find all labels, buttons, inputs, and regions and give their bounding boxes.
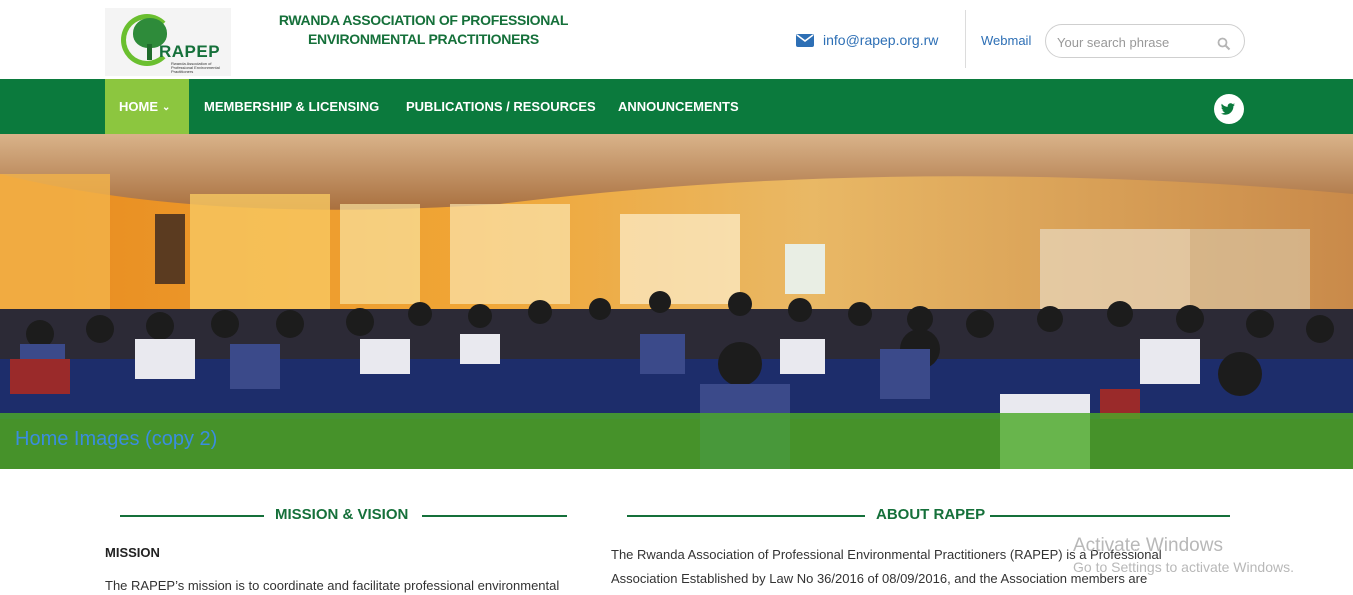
webmail-link[interactable]: Webmail [981,33,1031,48]
section-divider-right [422,515,567,517]
org-name-line1: RWANDA ASSOCIATION OF PROFESSIONAL [278,12,569,28]
mission-section-title: MISSION & VISION [275,506,409,523]
nav-item-publications[interactable]: PUBLICATIONS / RESOURCES [406,79,596,134]
email-link[interactable]: info@rapep.org.rw [796,32,938,48]
section-divider-left [627,515,865,517]
org-name-line2: ENVIRONMENTAL PRACTITIONERS [308,31,539,47]
email-address[interactable]: info@rapep.org.rw [823,32,938,48]
main-nav: HOME ⌄ MEMBERSHIP & LICENSING PUBLICATION… [0,79,1353,134]
nav-item-announcements[interactable]: ANNOUNCEMENTS [618,79,739,134]
twitter-icon [1220,103,1235,115]
windows-activation-subtitle: Go to Settings to activate Windows. [1073,559,1294,575]
site-logo[interactable]: RAPEP Rwanda Association of Professional… [105,8,231,76]
envelope-icon [796,33,814,47]
mission-section-header: MISSION & VISION [120,506,567,526]
nav-item-label: HOME [119,99,158,114]
section-divider-left [120,515,264,517]
about-section-header: ABOUT RAPEP [627,506,1230,526]
search-input[interactable] [1057,32,1207,52]
search-box[interactable] [1045,24,1245,58]
twitter-button[interactable] [1214,94,1244,124]
chevron-down-icon: ⌄ [162,102,171,113]
site-header: RAPEP Rwanda Association of Professional… [0,0,1353,79]
mission-label: MISSION [105,545,160,560]
mission-text: The RAPEP’s mission is to coordinate and… [105,578,560,593]
section-divider-right [990,515,1230,517]
nav-item-membership[interactable]: MEMBERSHIP & LICENSING [204,79,379,134]
organization-name: RWANDA ASSOCIATION OF PROFESSIONAL ENVIR… [276,11,571,49]
hero-caption: Home Images (copy 2) [15,428,218,450]
tree-trunk [147,44,152,60]
logo-subtext: Rwanda Association of Professional Envir… [171,61,220,74]
about-section-title: ABOUT RAPEP [876,506,986,523]
header-divider [965,10,966,68]
nav-item-home[interactable]: HOME ⌄ [105,79,189,134]
logo-text: RAPEP [159,42,221,61]
windows-activation-title: Activate Windows [1073,535,1223,556]
search-icon[interactable] [1217,37,1231,51]
